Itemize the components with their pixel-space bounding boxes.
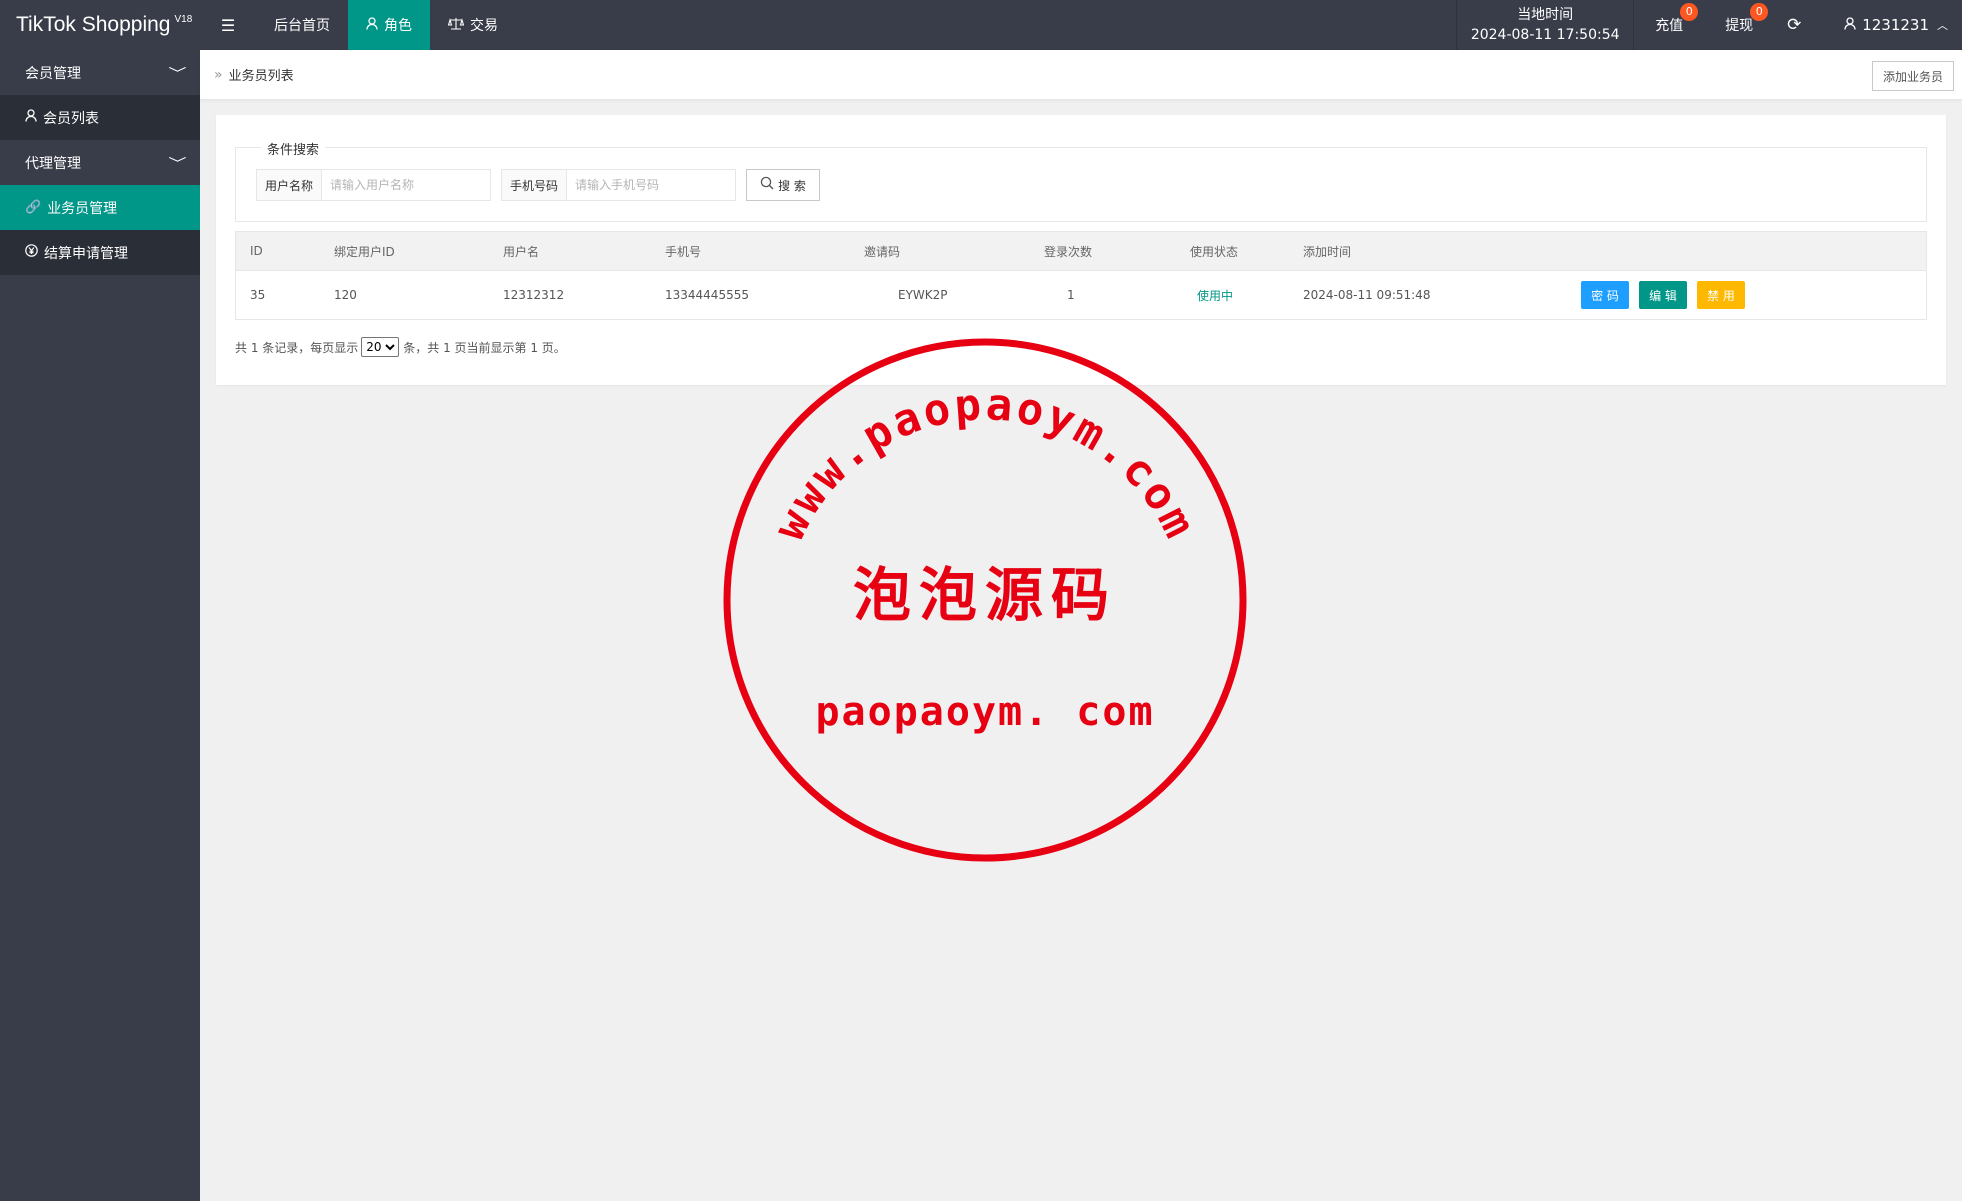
password-button[interactable]: 密 码 [1581,281,1629,309]
header-bound-user-id: 绑定用户ID [334,244,395,259]
watermark-arc-text: www.paopaoym.com [764,379,1206,548]
app-logo[interactable]: TikTok Shopping V18 [0,0,200,50]
nav-item-dashboard[interactable]: 后台首页 [256,0,348,50]
main-card: 条件搜索 用户名称 手机号码 搜 索 ID 绑定用户ID 用户名 手机号 [216,115,1946,385]
nav-item-label: 后台首页 [274,18,330,34]
recharge-button[interactable]: 充值 0 [1634,0,1704,50]
refresh-button[interactable]: ⟳ [1774,0,1814,50]
double-chevron-icon: » [214,66,223,83]
search-button[interactable]: 搜 索 [746,169,820,201]
header-invite-code: 邀请码 [864,244,901,259]
chevron-down-icon: ﹀ [168,67,187,82]
withdraw-button[interactable]: 提现 0 [1704,0,1774,50]
cell-login-count: 1 [1067,288,1075,302]
header-status: 使用状态 [1190,244,1239,259]
salesman-table: ID 绑定用户ID 用户名 手机号 邀请码 登录次数 使用状态 添加时间 35 … [235,231,1927,320]
app-version: V18 [174,13,193,25]
page-size-select[interactable]: 20 [361,337,400,357]
menu-icon: ☰ [220,15,236,35]
chevron-up-icon: ︿ [1937,19,1948,32]
top-nav: ☰ 后台首页 角色 交易 [200,0,516,50]
sidebar-item-settlement[interactable]: 结算申请管理 [0,230,200,275]
watermark-bottom-text: paopaoym. com [815,689,1154,735]
sidebar-group-label: 代理管理 [25,155,81,172]
cell-bound-user-id: 120 [334,288,357,302]
yen-icon [25,244,38,261]
app-title: TikTok Shopping [16,13,171,36]
search-row: 用户名称 手机号码 搜 索 [256,169,820,201]
breadcrumb-current: 业务员列表 [228,69,294,84]
top-bar: TikTok Shopping V18 ☰ 后台首页 角色 交易 当地时间 202… [0,0,1962,50]
search-fieldset: 条件搜索 用户名称 手机号码 搜 索 [235,139,1927,222]
watermark-center-text: 泡泡源码 [853,561,1117,629]
header-phone: 手机号 [665,244,702,259]
cell-id: 35 [250,288,266,302]
search-legend: 条件搜索 [261,139,326,158]
phone-label: 手机号码 [502,170,567,200]
header-login-count: 登录次数 [1044,244,1093,259]
username: 1231231 [1862,16,1929,34]
pager-suffix: 条，共 1 页当前显示第 1 页。 [403,340,566,355]
user-menu[interactable]: 1231231 ︿ [1814,0,1962,50]
user-icon [1844,16,1856,34]
disable-button[interactable]: 禁 用 [1697,281,1745,309]
sidebar-item-label: 会员列表 [43,110,99,127]
search-icon [760,176,774,194]
local-time-label: 当地时间 [1517,7,1574,23]
withdraw-badge: 0 [1750,3,1769,21]
nav-item-roles[interactable]: 角色 [348,0,430,50]
menu-toggle-button[interactable]: ☰ [200,0,256,50]
nav-item-label: 交易 [470,18,498,34]
search-button-label: 搜 索 [778,178,806,193]
cell-added-at: 2024-08-11 09:51:48 [1303,288,1431,302]
local-time-value: 2024-08-11 17:50:54 [1470,27,1620,43]
sidebar-item-label: 业务员管理 [47,200,118,217]
pagination: 共 1 条记录，每页显示 20 条，共 1 页当前显示第 1 页。 [235,337,566,357]
watermark-stamp: www.paopaoym.com 泡泡源码 paopaoym. com [723,338,1247,862]
table-row: 35 120 12312312 13344445555 EYWK2P 1 使用中… [236,271,1926,319]
local-time: 当地时间 2024-08-11 17:50:54 [1456,0,1635,50]
cell-username: 12312312 [503,288,565,302]
sidebar-group-agents[interactable]: 代理管理 ﹀ [0,140,200,185]
user-icon [366,16,378,34]
nav-item-trade[interactable]: 交易 [430,0,516,50]
sidebar: 会员管理 ﹀ 会员列表 代理管理 ﹀ 🔗 业务员管理 结算申请管理 [0,50,200,1201]
refresh-icon: ⟳ [1787,15,1802,35]
sidebar-item-member-list[interactable]: 会员列表 [0,95,200,140]
phone-input[interactable] [567,170,735,200]
header-id: ID [250,244,263,258]
breadcrumb: » 业务员列表 [200,65,294,85]
recharge-badge: 0 [1680,3,1699,21]
add-salesman-button[interactable]: 添加业务员 [1871,61,1954,91]
cell-phone: 13344445555 [665,288,749,302]
chevron-down-icon: ﹀ [168,157,187,172]
sidebar-group-label: 会员管理 [25,65,81,82]
header-added-at: 添加时间 [1303,244,1352,259]
status-badge: 使用中 [1197,288,1234,303]
sidebar-item-salesman[interactable]: 🔗 业务员管理 [0,185,200,230]
watermark-arc-path: www.paopaoym.com [764,379,1203,548]
breadcrumb-bar: » 业务员列表 添加业务员 [200,50,1962,100]
row-actions: 密 码 编 辑 禁 用 [1581,271,1755,319]
recharge-label: 充值 [1655,18,1684,34]
user-icon [25,109,37,126]
edit-button[interactable]: 编 辑 [1639,281,1687,309]
header-username: 用户名 [503,244,540,259]
withdraw-label: 提现 [1725,18,1754,34]
pager-prefix: 共 1 条记录，每页显示 [235,340,359,355]
phone-input-group: 手机号码 [501,169,736,201]
username-label: 用户名称 [257,170,322,200]
link-icon: 🔗 [25,200,42,215]
cell-invite-code: EYWK2P [898,288,948,302]
table-header-row: ID 绑定用户ID 用户名 手机号 邀请码 登录次数 使用状态 添加时间 [236,232,1926,271]
scale-icon [447,17,465,34]
nav-item-label: 角色 [384,18,412,34]
top-right-area: 当地时间 2024-08-11 17:50:54 充值 0 提现 0 ⟳ 123… [1456,0,1962,50]
username-input[interactable] [322,170,490,200]
username-input-group: 用户名称 [256,169,491,201]
sidebar-group-members[interactable]: 会员管理 ﹀ [0,50,200,95]
sidebar-item-label: 结算申请管理 [44,245,128,262]
